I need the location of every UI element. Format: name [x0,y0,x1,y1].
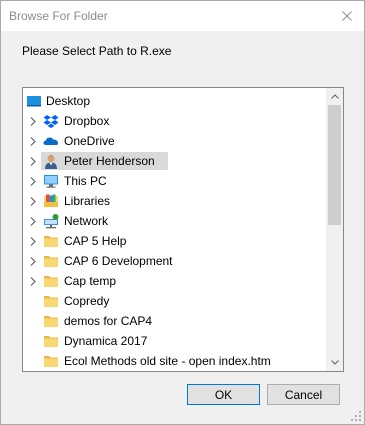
scrollbar-thumb[interactable] [328,105,341,225]
scroll-down-button[interactable] [326,354,343,371]
tree-item[interactable]: This PC [23,171,325,191]
tree-item[interactable]: Desktop [23,91,325,111]
tree-item-label: Cap temp [64,274,117,288]
libraries-icon [43,193,59,209]
folder-icon [43,253,59,269]
tree-item-label: Ecol Methods old site - open index.htm [64,354,271,368]
chevron-up-icon [330,94,339,99]
tree-item-label: Dynamica 2017 [64,334,148,348]
expand-chevron-icon[interactable] [27,135,39,147]
folder-icon [43,273,59,289]
tree-item[interactable]: CAP 5 Help [23,231,325,251]
folder-tree[interactable]: Desktop Dropbox OneDrive Peter Henderson Thi… [22,87,344,372]
folder-tree-rows: Desktop Dropbox OneDrive Peter Henderson Thi… [23,91,325,371]
expand-chevron-icon[interactable] [27,115,39,127]
tree-item[interactable]: demos for CAP4 [23,311,325,331]
tree-item[interactable]: OneDrive [23,131,325,151]
tree-item-label: OneDrive [64,134,115,148]
dropbox-icon [43,113,59,129]
folder-icon [43,313,59,329]
tree-item-label: CAP 6 Development [64,254,173,268]
tree-item-label: Dropbox [64,114,110,128]
cancel-button[interactable]: Cancel [267,384,340,405]
folder-icon [43,233,59,249]
user-folder-icon [43,153,59,169]
expand-chevron-icon[interactable] [27,255,39,267]
computer-icon [43,173,59,189]
network-icon [43,213,59,229]
expand-chevron-icon[interactable] [27,275,39,287]
prompt-text: Please Select Path to R.exe [22,44,172,58]
onedrive-icon [43,133,59,149]
tree-item[interactable]: Ecol Methods old site - open index.htm [23,351,325,371]
folder-icon [43,293,59,309]
vertical-scrollbar[interactable] [326,88,343,371]
tree-item-label: Desktop [46,94,91,108]
tree-item[interactable]: Libraries [23,191,325,211]
close-icon [342,11,352,21]
tree-item-label: Peter Henderson [64,154,155,168]
tree-item-label: Copredy [64,294,110,308]
chevron-down-icon [330,360,339,365]
tree-item[interactable]: Cap temp [23,271,325,291]
tree-item[interactable]: Dropbox [23,111,325,131]
close-button[interactable] [330,1,364,31]
tree-item[interactable]: Network [23,211,325,231]
window-title: Browse For Folder [9,9,108,23]
folder-icon [43,333,59,349]
desktop-icon [26,93,42,109]
expand-chevron-icon[interactable] [27,215,39,227]
tree-item-label: Libraries [64,194,111,208]
tree-item[interactable]: Copredy [23,291,325,311]
tree-item[interactable]: CAP 6 Development [23,251,325,271]
ok-button[interactable]: OK [187,384,260,405]
folder-icon [43,353,59,369]
tree-item[interactable]: Dynamica 2017 [23,331,325,351]
tree-item[interactable]: Peter Henderson [23,151,325,171]
browse-for-folder-dialog: Browse For Folder Please Select Path to … [0,0,365,425]
tree-item-label: demos for CAP4 [64,314,153,328]
title-bar: Browse For Folder [1,1,364,31]
expand-chevron-icon[interactable] [27,235,39,247]
resize-grip-icon[interactable] [351,411,361,421]
tree-item-label: CAP 5 Help [64,234,127,248]
expand-chevron-icon[interactable] [27,155,39,167]
tree-item-label: Network [64,214,109,228]
scroll-up-button[interactable] [326,88,343,105]
expand-chevron-icon[interactable] [27,195,39,207]
tree-item-label: This PC [64,174,107,188]
expand-chevron-icon[interactable] [27,175,39,187]
